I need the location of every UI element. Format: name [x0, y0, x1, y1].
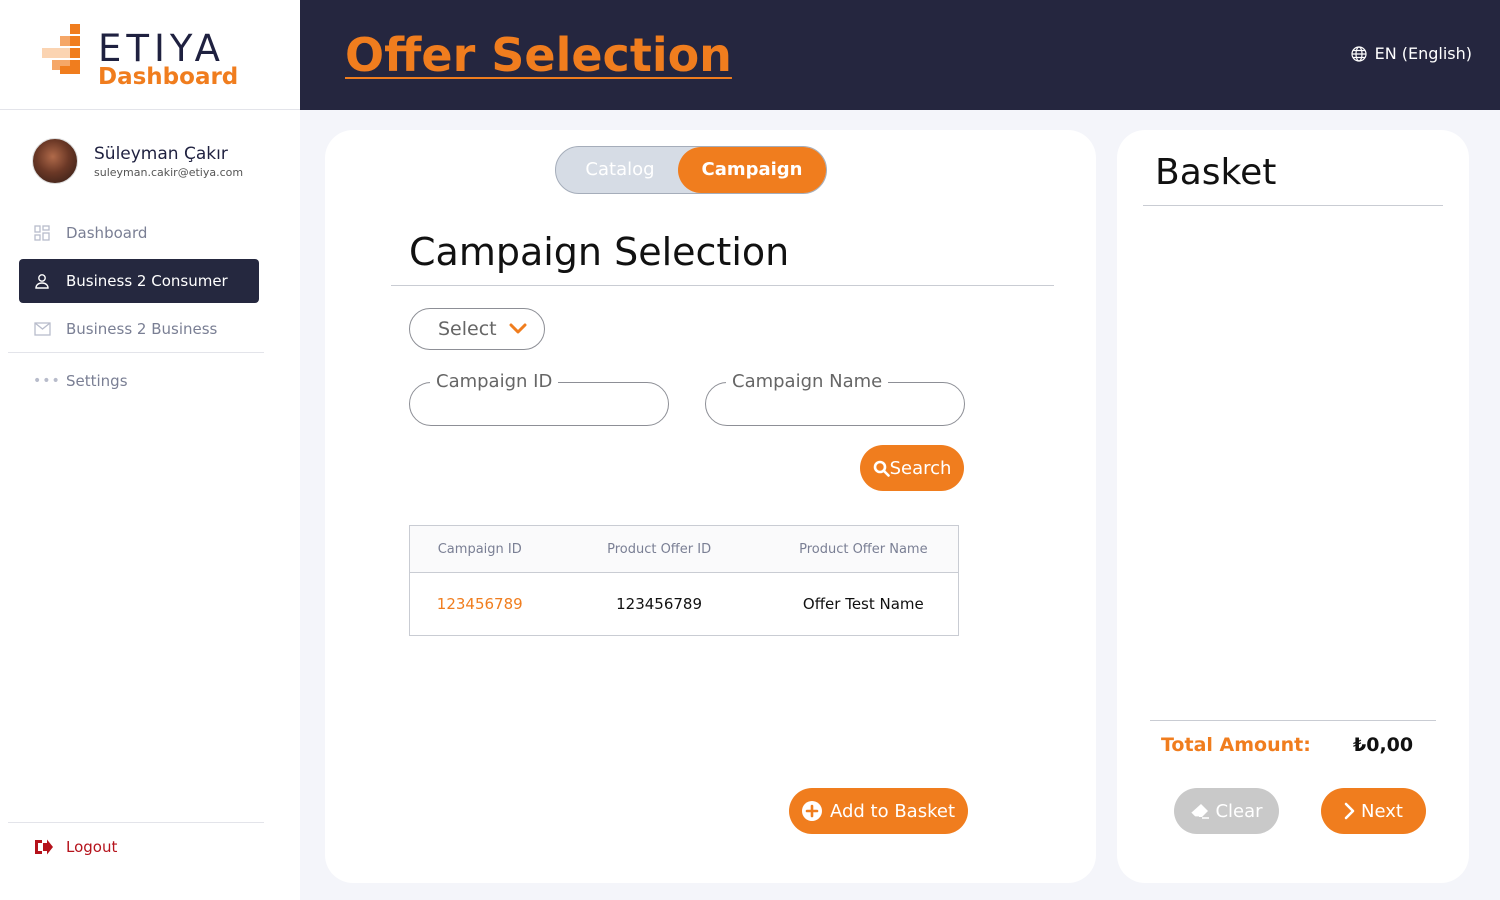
table-row[interactable]: 123456789 123456789 Offer Test Name [410, 573, 958, 635]
campaign-id-link[interactable]: 123456789 [410, 595, 549, 613]
sidebar: ETIYA Dashboard Süleyman Çakır suleyman.… [0, 0, 300, 900]
table-cell: 123456789 [616, 595, 703, 613]
more-dots-icon: ••• [33, 373, 61, 389]
plus-circle-icon [801, 801, 822, 821]
sidebar-item-label: Dashboard [66, 224, 148, 242]
campaign-id-input[interactable] [430, 393, 650, 417]
table-header: Campaign ID Product Offer ID Product Off… [410, 526, 958, 573]
top-header: Offer Selection EN (English) [300, 0, 1500, 110]
campaign-name-input[interactable] [726, 393, 946, 417]
grid-icon [33, 224, 51, 242]
brand: ETIYA Dashboard [0, 0, 300, 110]
eraser-icon [1191, 804, 1210, 819]
sidebar-item-label: Business 2 Consumer [66, 272, 228, 290]
campaign-name-field[interactable]: Campaign Name [705, 371, 965, 426]
search-label: Search [889, 457, 952, 479]
language-selector[interactable]: EN (English) [1350, 44, 1472, 63]
language-label: EN (English) [1374, 44, 1472, 63]
logout-icon [33, 838, 53, 856]
clear-label: Clear [1215, 800, 1263, 822]
logout-label: Logout [66, 838, 118, 856]
basket-title: Basket [1155, 152, 1277, 193]
globe-icon [1350, 45, 1367, 62]
sidebar-nav: Dashboard Business 2 Consumer Business 2… [19, 211, 259, 355]
divider [391, 285, 1054, 286]
add-to-basket-button[interactable]: Add to Basket [789, 788, 968, 834]
sidebar-item-settings[interactable]: ••• Settings [33, 372, 128, 390]
select-label: Select [438, 318, 497, 340]
campaign-name-label: Campaign Name [726, 371, 889, 393]
tab-campaign[interactable]: Campaign [678, 147, 826, 193]
section-title: Campaign Selection [409, 230, 790, 274]
search-icon [873, 460, 890, 477]
clear-button[interactable]: Clear [1174, 788, 1279, 834]
total-amount-label: Total Amount: [1161, 734, 1311, 756]
divider [1143, 205, 1443, 206]
sidebar-item-label: Business 2 Business [66, 320, 218, 338]
brand-subtitle: Dashboard [98, 64, 239, 90]
catalog-campaign-toggle: Catalog Campaign [555, 146, 827, 194]
user-email: suleyman.cakir@etiya.com [94, 165, 244, 179]
logout-button[interactable]: Logout [33, 838, 117, 856]
basket-panel: Basket Total Amount: ₺0,00 Clear Next [1117, 130, 1469, 883]
etiya-logo-icon [42, 24, 84, 76]
offer-selection-card: Catalog Campaign Campaign Selection Sele… [325, 130, 1096, 883]
sidebar-item-dashboard[interactable]: Dashboard [19, 211, 259, 255]
campaign-select-dropdown[interactable]: Select [409, 308, 545, 350]
table-cell: Offer Test Name [802, 595, 924, 613]
column-header: Product Offer Name [799, 541, 928, 557]
brand-name: ETIYA [98, 27, 225, 70]
campaign-id-label: Campaign ID [430, 371, 559, 393]
campaign-table: Campaign ID Product Offer ID Product Off… [409, 525, 959, 636]
column-header: Campaign ID [437, 541, 522, 557]
search-button[interactable]: Search [860, 445, 964, 491]
sidebar-item-business-2-consumer[interactable]: Business 2 Consumer [19, 259, 259, 303]
divider [8, 352, 264, 353]
sidebar-item-label: Settings [66, 372, 128, 390]
avatar[interactable] [32, 138, 78, 184]
tab-catalog[interactable]: Catalog [556, 147, 684, 193]
user-profile[interactable]: Süleyman Çakır suleyman.cakir@etiya.com [32, 138, 243, 184]
chevron-right-icon [1344, 802, 1355, 820]
chevron-down-icon [509, 323, 527, 334]
column-header: Product Offer ID [607, 541, 712, 557]
add-to-basket-label: Add to Basket [829, 800, 956, 822]
user-icon [33, 272, 51, 290]
divider [8, 822, 264, 823]
divider [1150, 720, 1436, 721]
campaign-id-field[interactable]: Campaign ID [409, 371, 669, 426]
next-button[interactable]: Next [1321, 788, 1426, 834]
mail-icon [33, 320, 51, 338]
total-amount-value: ₺0,00 [1353, 734, 1414, 756]
sidebar-item-business-2-business[interactable]: Business 2 Business [19, 307, 259, 351]
next-label: Next [1361, 800, 1403, 822]
page-title: Offer Selection [345, 28, 732, 82]
user-name: Süleyman Çakır [94, 143, 228, 164]
